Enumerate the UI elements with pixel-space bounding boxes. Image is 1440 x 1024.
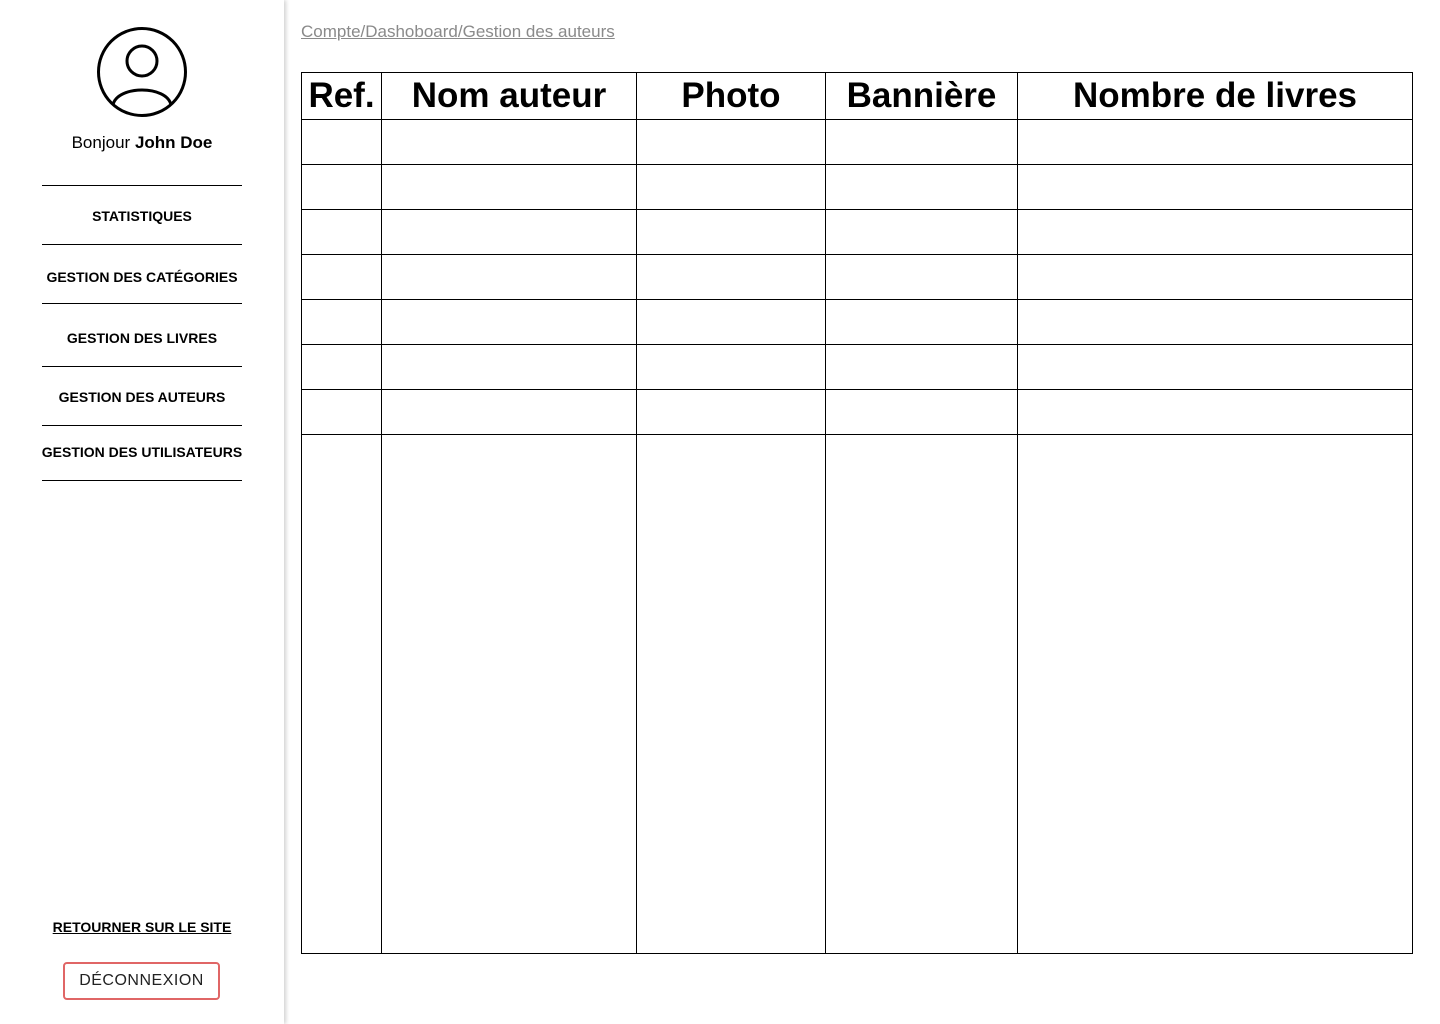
table-cell xyxy=(301,254,382,300)
table-cell xyxy=(636,254,826,300)
nav-divider xyxy=(42,244,242,245)
nav-divider xyxy=(42,425,242,426)
header-ref: Ref. xyxy=(301,72,382,120)
nav-item-livres[interactable]: GESTION DES LIVRES xyxy=(30,330,254,346)
table-cell xyxy=(825,254,1018,300)
user-name: John Doe xyxy=(134,133,213,152)
table-cell xyxy=(1017,164,1413,210)
authors-table-container: Ref. Nom auteur Photo Bannière Nombre de… xyxy=(301,72,1413,954)
table-cell xyxy=(381,299,637,345)
table-cell xyxy=(301,299,382,345)
table-cell xyxy=(1017,344,1413,390)
table-row xyxy=(301,389,1413,435)
table-cell xyxy=(1017,434,1413,954)
header-nombre-livres: Nombre de livres xyxy=(1017,72,1413,120)
table-cell xyxy=(1017,209,1413,255)
table-cell xyxy=(301,389,382,435)
table-cell xyxy=(636,434,826,954)
table-cell xyxy=(1017,299,1413,345)
nav-item-auteurs[interactable]: GESTION DES AUTEURS xyxy=(30,389,254,405)
nav-divider xyxy=(42,366,242,367)
table-body xyxy=(301,119,1413,954)
nav-item-utilisateurs[interactable]: GESTION DES UTILISATEURS xyxy=(30,444,254,460)
table-row xyxy=(301,119,1413,165)
logout-button[interactable]: DÉCONNEXION xyxy=(63,962,220,1000)
breadcrumb[interactable]: Compte/Dashoboard/Gestion des auteurs xyxy=(301,22,615,42)
table-row xyxy=(301,164,1413,210)
user-avatar-icon xyxy=(97,27,187,117)
table-cell xyxy=(301,164,382,210)
table-cell xyxy=(381,254,637,300)
table-cell xyxy=(301,119,382,165)
nav-item-statistiques[interactable]: STATISTIQUES xyxy=(30,208,254,224)
table-cell xyxy=(301,434,382,954)
header-nom-auteur: Nom auteur xyxy=(381,72,637,120)
table-cell xyxy=(381,164,637,210)
table-cell xyxy=(301,344,382,390)
table-cell xyxy=(636,119,826,165)
greeting: Bonjour John Doe xyxy=(0,133,284,153)
table-cell xyxy=(1017,389,1413,435)
greeting-prefix: Bonjour xyxy=(71,133,131,152)
table-header-row: Ref. Nom auteur Photo Bannière Nombre de… xyxy=(301,72,1413,120)
table-cell xyxy=(1017,119,1413,165)
header-banniere: Bannière xyxy=(825,72,1018,120)
sidebar: Bonjour John Doe STATISTIQUES GESTION DE… xyxy=(0,0,284,1024)
nav-divider xyxy=(42,185,242,186)
table-cell xyxy=(825,344,1018,390)
table-filler-row xyxy=(301,434,1413,954)
table-row xyxy=(301,209,1413,255)
table-row xyxy=(301,344,1413,390)
table-cell xyxy=(1017,254,1413,300)
table-cell xyxy=(636,299,826,345)
table-cell xyxy=(381,389,637,435)
table-cell xyxy=(825,164,1018,210)
table-cell xyxy=(636,209,826,255)
nav-divider xyxy=(42,480,242,481)
table-row xyxy=(301,254,1413,300)
table-cell xyxy=(636,164,826,210)
table-cell xyxy=(381,209,637,255)
back-to-site-link[interactable]: RETOURNER SUR LE SITE xyxy=(0,918,284,936)
table-cell xyxy=(381,119,637,165)
table-cell xyxy=(301,209,382,255)
table-cell xyxy=(825,389,1018,435)
nav-item-categories[interactable]: GESTION DES CATÉGORIES xyxy=(30,269,254,285)
table-cell xyxy=(636,344,826,390)
table-cell xyxy=(825,434,1018,954)
table-cell xyxy=(381,344,637,390)
table-cell xyxy=(825,299,1018,345)
table-cell xyxy=(381,434,637,954)
authors-table: Ref. Nom auteur Photo Bannière Nombre de… xyxy=(301,72,1413,954)
header-photo: Photo xyxy=(636,72,826,120)
table-row xyxy=(301,299,1413,345)
table-cell xyxy=(636,389,826,435)
table-cell xyxy=(825,209,1018,255)
nav-divider xyxy=(42,303,242,304)
table-cell xyxy=(825,119,1018,165)
